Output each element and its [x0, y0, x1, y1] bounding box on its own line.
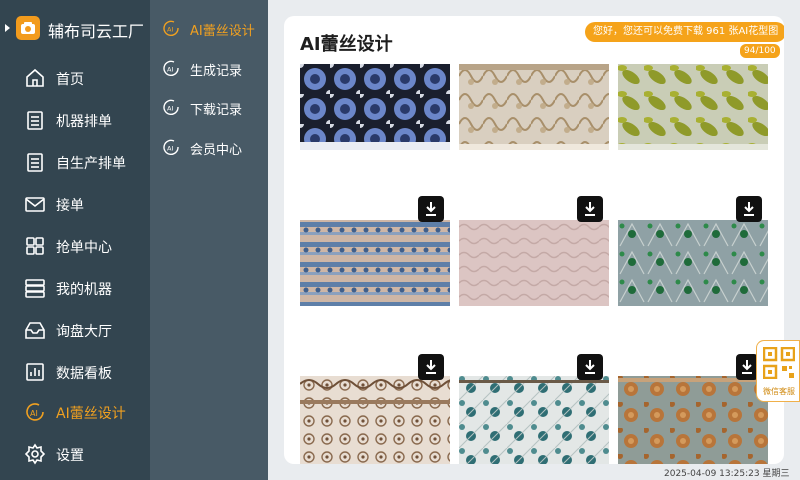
svg-text:AI: AI: [167, 105, 173, 113]
caret-right-icon[interactable]: [5, 24, 10, 32]
sidebar-item-my-machines[interactable]: 我的机器: [0, 268, 150, 308]
download-icon: [742, 360, 752, 374]
brand-name: 辅布司云工厂: [48, 22, 145, 41]
download-button[interactable]: [418, 196, 444, 222]
ai-submenu: AI AI蕾丝设计 AI 生成记录 AI 下载记录 AI 会员中心: [150, 0, 268, 480]
submenu-item-generate-records[interactable]: AI 生成记录: [150, 51, 268, 85]
sidebar-item-label: 询盘大厅: [56, 324, 112, 340]
sidebar-item-label: AI蕾丝设计: [56, 406, 126, 422]
brand-logo-icon: [16, 16, 40, 40]
lace-image-pink-wave[interactable]: [459, 220, 609, 306]
sidebar-item-ai-lace-design[interactable]: AI AI蕾丝设计: [0, 392, 150, 432]
submenu-item-member-center[interactable]: AI 会员中心: [150, 130, 268, 164]
svg-text:AI: AI: [167, 26, 173, 34]
sidebar-item-grab-center[interactable]: 抢单中心: [0, 226, 150, 266]
svg-text:AI: AI: [167, 145, 173, 153]
submenu-item-label: AI蕾丝设计: [190, 24, 255, 39]
sidebar-item-label: 接单: [56, 198, 84, 214]
svg-text:AI: AI: [167, 66, 173, 74]
submenu-item-label: 下载记录: [190, 103, 243, 118]
lace-image-brown-scallop[interactable]: [300, 376, 450, 464]
status-timestamp: 2025-04-09 13:25:23 星期三: [664, 469, 790, 479]
lace-image-olive-leaf[interactable]: [618, 64, 768, 150]
download-icon: [744, 202, 754, 216]
submenu-item-download-records[interactable]: AI 下载记录: [150, 90, 268, 124]
sidebar-item-label: 首页: [56, 72, 84, 88]
download-button[interactable]: [577, 354, 603, 380]
inbox-icon: [24, 319, 46, 341]
wechat-service-label: 微信客服: [763, 387, 795, 396]
lace-image-orange-floral[interactable]: [618, 376, 768, 464]
sidebar-item-dashboard[interactable]: 数据看板: [0, 352, 150, 392]
submenu-item-label: 生成记录: [190, 64, 243, 79]
ai-icon: AI: [162, 19, 180, 37]
page-title: AI蕾丝设计: [300, 34, 393, 55]
lace-image-teal-floral[interactable]: [459, 376, 609, 464]
svg-text:AI: AI: [30, 409, 38, 418]
lace-image-blue-stripe[interactable]: [300, 220, 450, 306]
wechat-service-widget[interactable]: 微信客服: [756, 340, 800, 402]
qr-code-icon: [762, 346, 796, 380]
ai-icon: AI: [162, 59, 180, 77]
lace-image-beige-swirl[interactable]: [459, 64, 609, 150]
list-icon: [24, 151, 46, 173]
download-icon: [585, 202, 595, 216]
grid-icon: [24, 235, 46, 257]
sidebar-item-settings[interactable]: 设置: [0, 434, 150, 474]
sidebar-item-orders[interactable]: 接单: [0, 184, 150, 224]
lace-image-green-floral[interactable]: [618, 220, 768, 306]
sidebar-item-machine-schedule[interactable]: 机器排单: [0, 100, 150, 140]
ai-icon: AI: [162, 98, 180, 116]
download-button[interactable]: [418, 354, 444, 380]
ai-icon: AI: [162, 138, 180, 156]
chart-icon: [24, 361, 46, 383]
sidebar-item-label: 数据看板: [56, 366, 112, 382]
lace-image-blue-floral[interactable]: [300, 64, 450, 150]
ai-icon: AI: [24, 401, 46, 423]
download-button[interactable]: [736, 354, 758, 380]
server-icon: [24, 277, 46, 299]
brand-header[interactable]: 辅布司云工厂: [0, 0, 150, 56]
main-panel: AI蕾丝设计 您好，您还可以免费下载 961 张AI花型图 94/100: [284, 16, 784, 464]
home-icon: [24, 67, 46, 89]
main-sidebar: 辅布司云工厂 首页 机器排单 自生产排单 接单 抢单中心 我的机器 询盘大厅 数…: [0, 0, 150, 480]
mail-icon: [24, 193, 46, 215]
sidebar-item-label: 自生产排单: [56, 156, 126, 172]
download-button[interactable]: [736, 196, 762, 222]
usage-counter-badge: 94/100: [740, 44, 780, 58]
download-icon: [426, 360, 436, 374]
free-download-notice: 您好，您还可以免费下载 961 张AI花型图: [585, 22, 784, 42]
sidebar-item-inquiry-hall[interactable]: 询盘大厅: [0, 310, 150, 350]
sidebar-item-self-production[interactable]: 自生产排单: [0, 142, 150, 182]
submenu-item-label: 会员中心: [190, 143, 243, 158]
download-icon: [585, 360, 595, 374]
sidebar-item-label: 我的机器: [56, 282, 112, 298]
sidebar-item-label: 抢单中心: [56, 240, 112, 256]
sidebar-item-home[interactable]: 首页: [0, 58, 150, 98]
download-icon: [426, 202, 436, 216]
submenu-item-ai-lace-design[interactable]: AI AI蕾丝设计: [150, 11, 268, 45]
sidebar-item-label: 设置: [56, 448, 84, 464]
download-button[interactable]: [577, 196, 603, 222]
gear-icon: [24, 443, 46, 465]
list-icon: [24, 109, 46, 131]
sidebar-item-label: 机器排单: [56, 114, 112, 130]
